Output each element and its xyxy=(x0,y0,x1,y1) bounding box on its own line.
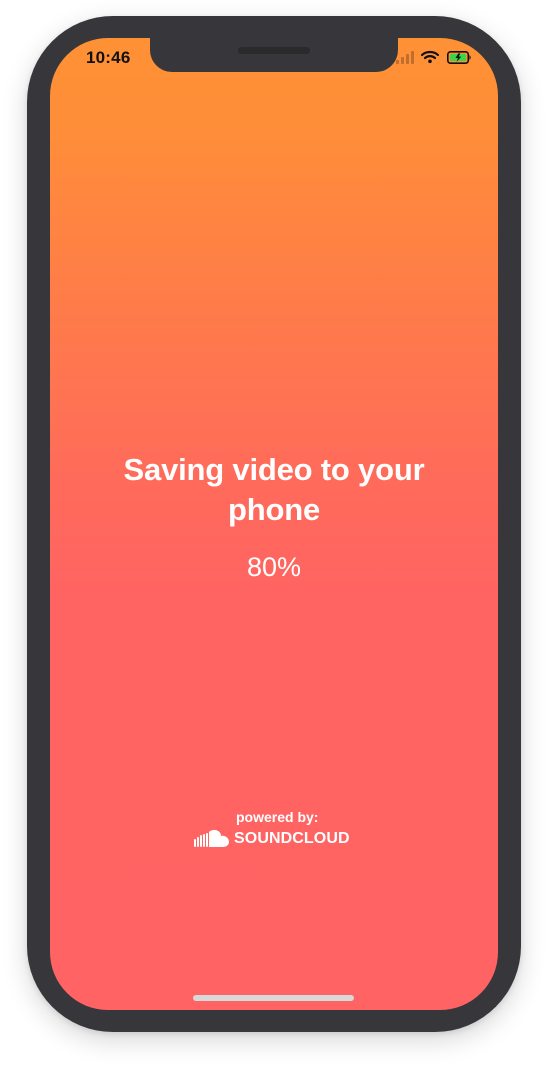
battery-icon xyxy=(447,51,471,64)
phone-speaker xyxy=(238,47,310,54)
saving-status: Saving video to your phone 80% xyxy=(100,450,448,582)
page: Saving video to your phone 80% powered b… xyxy=(0,0,548,1068)
wifi-icon xyxy=(421,50,439,64)
powered-by-label: powered by: xyxy=(236,809,319,825)
powered-by-soundcloud: powered by: SOUNDCLOUD xyxy=(190,809,360,855)
status-icons xyxy=(396,50,476,66)
phone-notch xyxy=(150,38,398,72)
status-time: 10:46 xyxy=(86,48,131,67)
page-title: Saving video to your phone xyxy=(123,452,425,527)
app-screen: Saving video to your phone 80% powered b… xyxy=(50,38,498,1010)
signal-icon xyxy=(396,51,414,64)
soundcloud-wordmark: SOUNDCLOUD xyxy=(234,830,350,847)
home-indicator[interactable] xyxy=(193,995,354,1001)
progress-percentage: 80% xyxy=(246,552,302,582)
soundcloud-cloud-icon xyxy=(194,829,229,847)
